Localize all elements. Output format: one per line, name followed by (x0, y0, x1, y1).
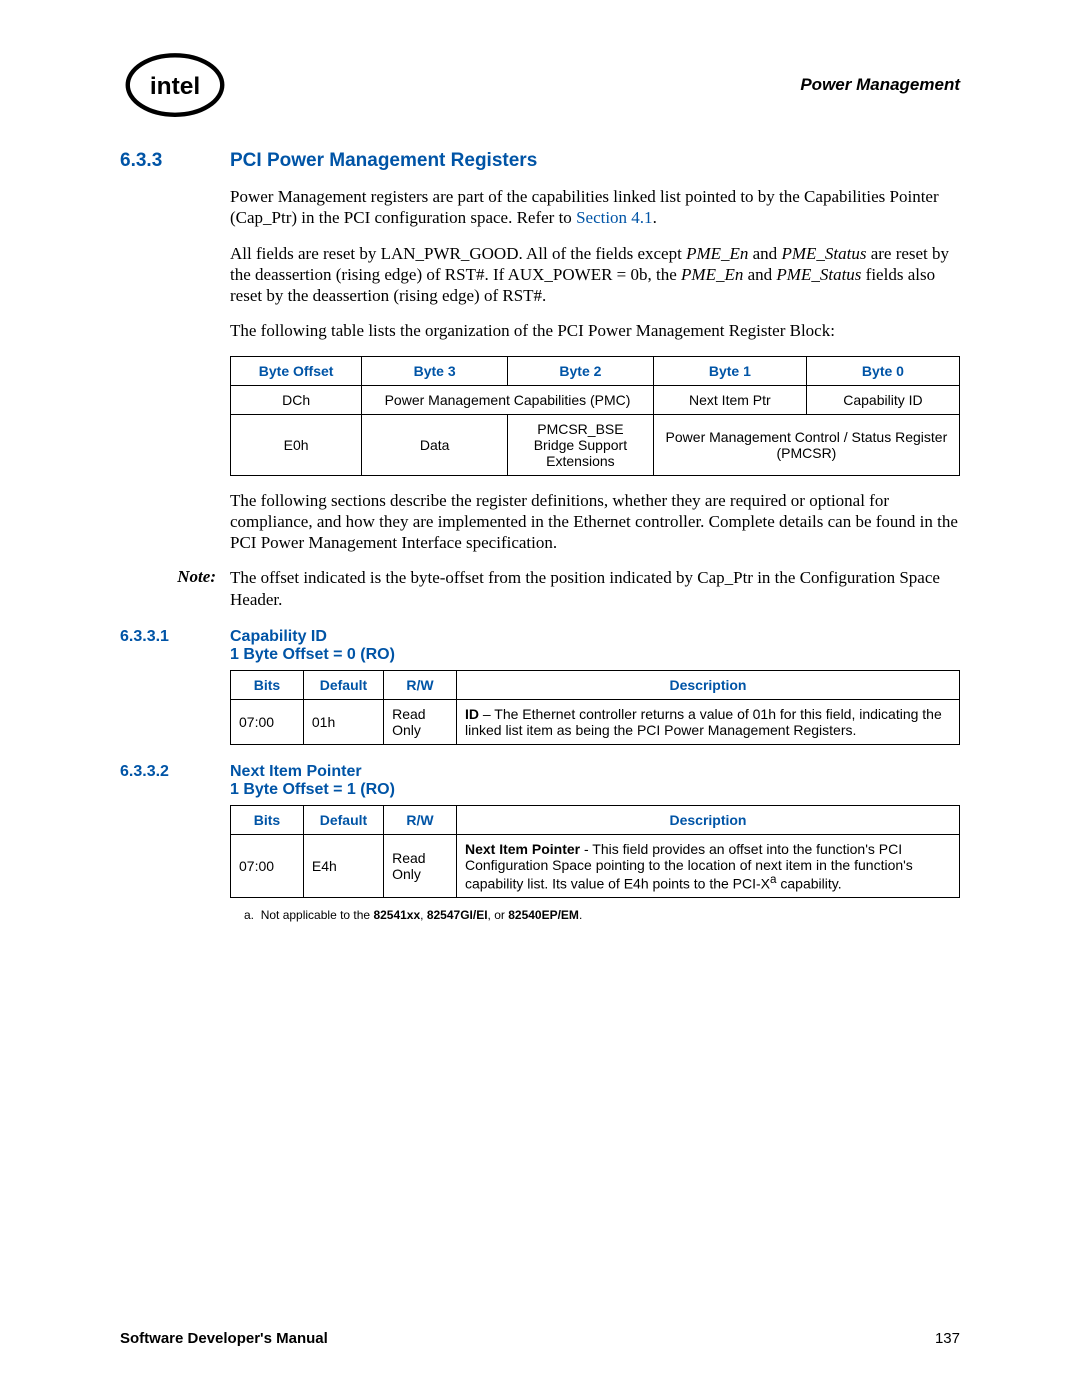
register-field-table: Bits Default R/W Description 07:00 01h R… (230, 670, 960, 745)
section-title: Capability ID 1 Byte Offset = 0 (RO) (230, 628, 395, 664)
header-chapter-title: Power Management (800, 75, 960, 95)
table-header: Byte 0 (806, 356, 959, 385)
table-header: Default (303, 670, 383, 699)
table-header: Byte 2 (508, 356, 654, 385)
section-title: PCI Power Management Registers (230, 150, 537, 172)
table-header: R/W (384, 670, 457, 699)
table-header: Default (303, 805, 383, 834)
paragraph: Power Management registers are part of t… (230, 186, 960, 229)
subsection-heading: 6.3.3.1 Capability ID 1 Byte Offset = 0 … (120, 628, 960, 664)
table-header: Description (456, 805, 959, 834)
note: Note: The offset indicated is the byte-o… (120, 567, 960, 610)
table-row: 07:00 E4h Read Only Next Item Pointer - … (231, 834, 960, 898)
svg-text:intel: intel (150, 73, 200, 100)
section-heading: 6.3.3 PCI Power Management Registers (120, 150, 960, 172)
table-header: Bits (231, 670, 304, 699)
table-header: Byte Offset (231, 356, 362, 385)
register-layout-table: Byte Offset Byte 3 Byte 2 Byte 1 Byte 0 … (230, 356, 960, 476)
page-number: 137 (935, 1330, 960, 1347)
paragraph: All fields are reset by LAN_PWR_GOOD. Al… (230, 243, 960, 307)
table-header: Byte 3 (362, 356, 508, 385)
page-header: intel Power Management (120, 50, 960, 120)
section-number: 6.3.3 (120, 150, 230, 172)
subsection-heading: 6.3.3.2 Next Item Pointer 1 Byte Offset … (120, 763, 960, 799)
table-row: DCh Power Management Capabilities (PMC) … (231, 385, 960, 414)
register-field-table: Bits Default R/W Description 07:00 E4h R… (230, 805, 960, 899)
page-footer: Software Developer's Manual 137 (120, 1330, 960, 1347)
table-row: E0h Data PMCSR_BSE Bridge Support Extens… (231, 414, 960, 475)
table-header: Byte 1 (653, 356, 806, 385)
section-number: 6.3.3.2 (120, 763, 230, 799)
table-header: Bits (231, 805, 304, 834)
table-row: 07:00 01h Read Only ID – The Ethernet co… (231, 699, 960, 744)
intel-logo: intel (120, 50, 230, 120)
note-label: Note: (120, 567, 230, 610)
paragraph: The following sections describe the regi… (230, 490, 960, 554)
section-link[interactable]: Section 4.1 (576, 208, 653, 227)
footer-title: Software Developer's Manual (120, 1330, 328, 1347)
table-header: R/W (384, 805, 457, 834)
section-title: Next Item Pointer 1 Byte Offset = 1 (RO) (230, 763, 395, 799)
footnote: a. Not applicable to the 82541xx, 82547G… (244, 908, 960, 922)
note-text: The offset indicated is the byte-offset … (230, 567, 960, 610)
paragraph: The following table lists the organizati… (230, 320, 960, 341)
section-number: 6.3.3.1 (120, 628, 230, 664)
table-header: Description (456, 670, 959, 699)
